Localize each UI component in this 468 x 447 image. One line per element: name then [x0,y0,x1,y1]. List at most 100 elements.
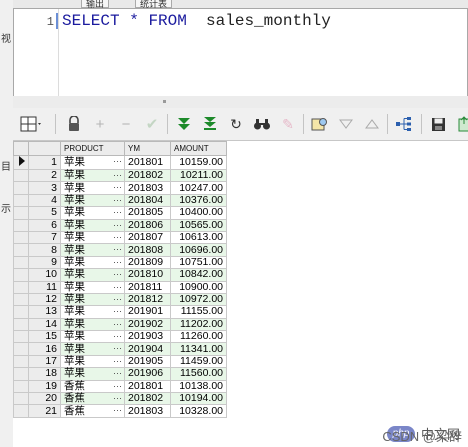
cell-amount[interactable]: 11560.00 [170,367,227,381]
cell-product[interactable]: 苹果 ··· [60,168,125,183]
tab-output[interactable]: 输出 [81,0,110,8]
cell-ym[interactable]: 201803 [124,404,171,418]
cell-ellipsis-button[interactable]: ··· [113,170,122,181]
cell-ym[interactable]: 201906 [124,367,171,381]
cell-amount[interactable]: 11202.00 [170,317,227,332]
cell-amount[interactable]: 10900.00 [170,280,227,294]
table-row[interactable]: 11 苹果 ··· 201811 10900.00 [13,280,227,294]
cell-amount[interactable]: 10613.00 [170,230,227,245]
cell-ym[interactable]: 201810 [124,268,171,282]
add-row-icon[interactable]: + [91,115,109,133]
cell-amount[interactable]: 10211.00 [170,168,227,183]
sort-down-icon[interactable] [337,115,355,133]
table-row[interactable]: 5 苹果 ··· 201805 10400.00 [13,206,227,220]
cell-ym[interactable]: 201804 [124,193,171,208]
cell-amount[interactable]: 11341.00 [170,342,227,356]
cell-product[interactable]: 苹果 ··· [60,367,125,381]
table-row[interactable]: 15 苹果 ··· 201903 11260.00 [13,330,227,344]
cell-ym[interactable]: 201902 [124,317,171,332]
cell-product[interactable]: 苹果 ··· [60,206,125,220]
cell-ellipsis-button[interactable]: ··· [113,232,122,243]
table-row[interactable]: 4 苹果 ··· 201804 10376.00 [13,193,227,208]
export-icon[interactable] [455,115,468,133]
cell-amount[interactable]: 10972.00 [170,292,227,307]
cell-product[interactable]: 苹果 ··· [60,305,125,319]
cell-amount[interactable]: 11155.00 [170,305,227,319]
cell-ym[interactable]: 201904 [124,342,171,356]
table-row[interactable]: 9 苹果 ··· 201809 10751.00 [13,255,227,270]
cell-product[interactable]: 苹果 ··· [60,280,125,294]
cell-ym[interactable]: 201801 [124,155,171,170]
table-row[interactable]: 10 苹果 ··· 201810 10842.00 [13,268,227,282]
cell-ellipsis-button[interactable]: ··· [113,343,122,354]
table-row[interactable]: 7 苹果 ··· 201807 10613.00 [13,230,227,245]
column-header-ym[interactable]: YM [124,141,171,156]
sql-editor[interactable]: 1 SELECT * FROM sales_monthly [13,8,468,98]
save-icon[interactable] [429,115,447,133]
table-row[interactable]: 3 苹果 ··· 201803 10247.00 [13,181,227,195]
cell-ym[interactable]: 201903 [124,330,171,344]
cell-product[interactable]: 苹果 ··· [60,268,125,282]
cell-ym[interactable]: 201808 [124,243,171,257]
cell-amount[interactable]: 10376.00 [170,193,227,208]
cell-product[interactable]: 苹果 ··· [60,292,125,307]
table-row[interactable]: 18 苹果 ··· 201906 11560.00 [13,367,227,381]
cell-ellipsis-button[interactable]: ··· [113,156,122,167]
cell-ym[interactable]: 201811 [124,280,171,294]
cell-product[interactable]: 苹果 ··· [60,354,125,369]
cell-ellipsis-button[interactable]: ··· [113,182,122,193]
cell-ym[interactable]: 201901 [124,305,171,319]
tree-icon[interactable] [395,115,413,133]
sort-up-icon[interactable] [363,115,381,133]
cell-amount[interactable]: 10328.00 [170,404,227,418]
cell-ellipsis-button[interactable]: ··· [113,319,122,330]
cell-amount[interactable]: 10247.00 [170,181,227,195]
cell-product[interactable]: 香蕉 ··· [60,379,125,394]
cell-ellipsis-button[interactable]: ··· [113,356,122,367]
clear-icon[interactable]: ✎ [279,115,297,133]
cell-ellipsis-button[interactable]: ··· [113,244,122,255]
cell-ym[interactable]: 201801 [124,379,171,394]
cell-ym[interactable]: 201803 [124,181,171,195]
refresh-icon[interactable]: ↻ [227,115,245,133]
cell-product[interactable]: 苹果 ··· [60,218,125,232]
cell-ellipsis-button[interactable]: ··· [113,306,122,317]
cell-product[interactable]: 苹果 ··· [60,330,125,344]
filter-icon[interactable] [311,115,329,133]
cell-ym[interactable]: 201812 [124,292,171,307]
cell-ym[interactable]: 201807 [124,230,171,245]
delete-row-icon[interactable]: − [117,115,135,133]
cell-amount[interactable]: 10842.00 [170,268,227,282]
cell-amount[interactable]: 10751.00 [170,255,227,270]
cell-ellipsis-button[interactable]: ··· [113,220,122,231]
column-header-amount[interactable]: AMOUNT [170,141,227,156]
cell-product[interactable]: 苹果 ··· [60,243,125,257]
table-row[interactable]: 6 苹果 ··· 201806 10565.00 [13,218,227,232]
cell-ym[interactable]: 201802 [124,168,171,183]
tab-statistics[interactable]: 统计表 [135,0,173,8]
cell-amount[interactable]: 10696.00 [170,243,227,257]
table-row[interactable]: 1 苹果 ··· 201801 10159.00 [13,155,227,170]
cell-amount[interactable]: 11260.00 [170,330,227,344]
cell-ellipsis-button[interactable]: ··· [113,405,122,416]
table-row[interactable]: 17 苹果 ··· 201905 11459.00 [13,354,227,369]
cell-ellipsis-button[interactable]: ··· [113,294,122,305]
cell-amount[interactable]: 10565.00 [170,218,227,232]
lock-icon[interactable] [65,115,83,133]
cell-ellipsis-button[interactable]: ··· [113,331,122,342]
cell-amount[interactable]: 10194.00 [170,392,227,406]
cell-ellipsis-button[interactable]: ··· [113,257,122,268]
table-row[interactable]: 21 香蕉 ··· 201803 10328.00 [13,404,227,418]
cell-ellipsis-button[interactable]: ··· [113,207,122,218]
table-row[interactable]: 13 苹果 ··· 201901 11155.00 [13,305,227,319]
cell-amount[interactable]: 10138.00 [170,379,227,394]
cell-ellipsis-button[interactable]: ··· [113,381,122,392]
sql-text[interactable]: SELECT * FROM sales_monthly [62,12,331,30]
table-row[interactable]: 8 苹果 ··· 201808 10696.00 [13,243,227,257]
cell-ym[interactable]: 201809 [124,255,171,270]
table-row[interactable]: 20 香蕉 ··· 201802 10194.00 [13,392,227,406]
table-row[interactable]: 2 苹果 ··· 201802 10211.00 [13,168,227,183]
cell-product[interactable]: 苹果 ··· [60,317,125,332]
cell-ellipsis-button[interactable]: ··· [113,368,122,379]
cell-product[interactable]: 苹果 ··· [60,342,125,356]
